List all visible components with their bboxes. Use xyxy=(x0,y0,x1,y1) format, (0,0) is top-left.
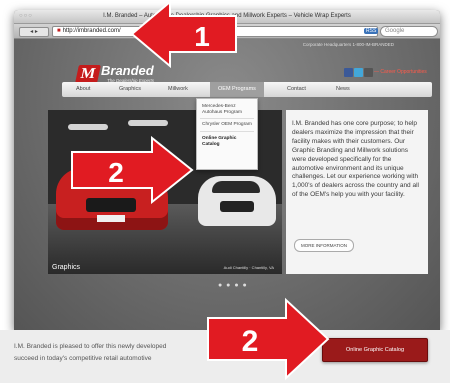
dropdown-item-online-graphic-catalog[interactable]: Online Graphic Catalog xyxy=(202,136,254,148)
slide-label: Graphics xyxy=(52,264,81,271)
dropdown-divider xyxy=(200,131,254,132)
nav-item-contact[interactable]: Contact xyxy=(287,82,306,97)
callout-number-3: 2 xyxy=(242,325,259,358)
intro-text: I.M. Branded has one core purpose; to he… xyxy=(292,120,419,199)
callout-number-2: 2 xyxy=(108,157,124,188)
dropdown-item-mercedes[interactable]: Mercedes-Benz Autohaus Program xyxy=(202,104,254,116)
favicon-icon: ■ xyxy=(57,28,61,34)
callout-number-1: 1 xyxy=(194,21,210,52)
main-nav: About Graphics Millwork OEM Programs Con… xyxy=(62,82,432,97)
nav-item-news[interactable]: News xyxy=(336,82,350,97)
nav-item-about[interactable]: About xyxy=(76,82,90,97)
callout-arrow-2: 2 xyxy=(71,136,194,204)
social-links: — Career Opportunities xyxy=(344,68,428,79)
dropdown-item-chrysler[interactable]: Chrysler OEM Program xyxy=(202,122,254,128)
slide-caption: Audi Chantilly · Chantilly, VA xyxy=(223,265,274,270)
rss-icon[interactable]: RSS xyxy=(364,28,379,34)
back-forward-buttons[interactable]: ◂ ▸ xyxy=(19,27,49,37)
nav-item-millwork[interactable]: Millwork xyxy=(168,82,188,97)
oem-programs-dropdown: Mercedes-Benz Autohaus Program Chrysler … xyxy=(196,98,258,170)
callout-arrow-1: 1 xyxy=(130,0,237,68)
facebook-icon[interactable] xyxy=(344,68,353,77)
nav-item-oem-programs[interactable]: OEM Programs xyxy=(210,82,264,97)
slide-pagination[interactable]: ● ● ● ● xyxy=(218,282,248,289)
career-opportunities-link[interactable]: — Career Opportunities xyxy=(374,69,427,75)
callout-arrow-3: 2 xyxy=(207,297,330,381)
header-contact-line: Corporate Headquarters 1-800-IM-BRANDED xyxy=(302,42,394,47)
logo-mark: M xyxy=(75,65,101,83)
url-text: http://imbranded.com/ xyxy=(62,28,121,34)
ceiling-light xyxy=(128,120,168,126)
intro-panel: I.M. Branded has one core purpose; to he… xyxy=(286,110,428,274)
more-information-button[interactable]: MORE INFORMATION xyxy=(294,239,354,252)
nav-item-graphics[interactable]: Graphics xyxy=(119,82,141,97)
white-car-image xyxy=(198,176,276,226)
search-field[interactable]: Google xyxy=(380,26,438,37)
dropdown-divider xyxy=(200,118,254,119)
linkedin-icon[interactable] xyxy=(364,68,373,77)
online-graphic-catalog-button[interactable]: Online Graphic Catalog xyxy=(322,338,428,362)
twitter-icon[interactable] xyxy=(354,68,363,77)
ceiling-light xyxy=(68,124,108,130)
